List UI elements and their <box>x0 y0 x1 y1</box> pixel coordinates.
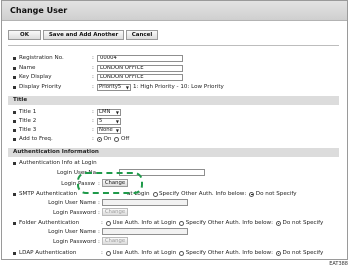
name-input[interactable] <box>97 64 183 72</box>
radio-icon[interactable] <box>179 220 185 226</box>
save-and-add-another-button[interactable]: Save and Add Another <box>43 30 124 40</box>
title-section-header: Title <box>8 96 339 105</box>
folder-password-label: Login Password <box>53 239 96 245</box>
change-button-highlight <box>77 172 143 194</box>
registration-no-label: Registration No. <box>19 55 64 62</box>
bullet-icon <box>13 119 16 123</box>
folder-auth-row: Folder Authentication : Use Auth. Info a… <box>8 219 339 228</box>
display-priority-row: Display Priority : Priority5 ▼ 1: High Pr… <box>8 83 339 92</box>
smtp-auth-row: SMTP Authentication at Login Specify Oth… <box>8 190 339 199</box>
radio-selected-icon[interactable] <box>276 220 282 226</box>
folder-use-login-option[interactable]: Use Auth. Info at Login <box>106 220 176 226</box>
add-to-freq-on-option[interactable]: On <box>97 136 111 142</box>
title3-row: Title 3 : None ▼ <box>8 126 339 135</box>
smtp-specify-other-option[interactable]: Specify Other Auth. Info below: <box>152 191 246 197</box>
bullet-icon <box>13 161 16 165</box>
divider <box>8 45 339 46</box>
name-row: Name : <box>8 64 339 73</box>
radio-selected-icon[interactable] <box>249 191 255 197</box>
radio-selected-icon[interactable] <box>97 136 102 142</box>
key-display-row: Key Display : <box>8 73 339 82</box>
chevron-down-icon: ▼ <box>115 127 119 133</box>
radio-icon[interactable] <box>152 191 158 197</box>
chevron-down-icon: ▼ <box>115 109 119 115</box>
smtp-password-label: Login Password <box>53 210 96 216</box>
radio-icon[interactable] <box>106 250 111 256</box>
radio-icon[interactable] <box>179 250 185 256</box>
auth-login-label: Authentication Info at Login <box>19 160 97 167</box>
title1-value: LMN <box>99 109 111 116</box>
ldap-use-login-option[interactable]: Use Auth. Info at Login <box>106 250 176 256</box>
bullet-icon <box>13 192 16 196</box>
display-priority-value: Priority5 <box>99 84 122 91</box>
ldap-auth-row: LDAP Authentication : Use Auth. Info at … <box>8 249 339 258</box>
bullet-icon <box>13 56 16 60</box>
auth-section-header: Authentication Information <box>8 148 339 157</box>
title3-select[interactable]: None ▼ <box>97 126 121 134</box>
registration-no-row: Registration No. : <box>8 54 339 63</box>
toolbar: OK Save and Add Another Cancel <box>8 30 160 40</box>
ldap-do-not-specify-option[interactable]: Do not Specify <box>276 250 323 256</box>
folder-user-input[interactable] <box>102 228 188 235</box>
window-title-bar: Change User <box>2 1 347 21</box>
display-priority-select[interactable]: Priority5 ▼ <box>97 83 131 91</box>
add-to-freq-label: Add to Freq. <box>19 136 53 143</box>
ok-button[interactable]: OK <box>8 30 41 40</box>
key-display-label: Key Display <box>19 74 52 81</box>
title2-value: 5 <box>99 118 103 125</box>
radio-selected-icon[interactable] <box>276 250 282 256</box>
title2-select[interactable]: 5 ▼ <box>97 117 121 125</box>
smtp-user-input[interactable] <box>102 199 188 206</box>
folder-change-button[interactable]: Change <box>102 237 128 245</box>
bullet-icon <box>13 128 16 132</box>
bullet-icon <box>13 75 16 79</box>
change-user-window: Change User OK Save and Add Another Canc… <box>1 0 348 260</box>
bullet-icon <box>13 66 16 70</box>
ldap-auth-label: LDAP Authentication <box>19 250 77 257</box>
title1-label: Title 1 <box>19 109 37 116</box>
chevron-down-icon: ▼ <box>115 118 119 124</box>
folder-do-not-specify-option[interactable]: Do not Specify <box>276 220 323 226</box>
title1-row: Title 1 : LMN ▼ <box>8 108 339 117</box>
radio-icon[interactable] <box>114 136 120 142</box>
bullet-icon <box>13 221 16 225</box>
bullet-icon <box>13 251 16 255</box>
folder-specify-other-option[interactable]: Specify Other Auth. Info below: <box>179 220 273 226</box>
display-priority-label: Display Priority <box>19 84 62 91</box>
name-label: Name <box>19 65 36 72</box>
auth-login-row: Authentication Info at Login <box>8 159 339 168</box>
smtp-auth-label: SMTP Authentication <box>19 191 78 198</box>
smtp-user-label: Login User Name <box>48 200 96 206</box>
title2-row: Title 2 : 5 ▼ <box>8 117 339 126</box>
bullet-icon <box>13 137 16 141</box>
page-title: Change User <box>10 6 68 15</box>
radio-icon[interactable] <box>106 220 111 226</box>
bullet-icon <box>13 85 16 89</box>
key-display-input[interactable] <box>97 73 183 81</box>
smtp-do-not-specify-option[interactable]: Do not Specify <box>249 191 297 197</box>
folder-auth-label: Folder Authentication <box>19 220 80 227</box>
title1-select[interactable]: LMN ▼ <box>97 108 121 116</box>
title3-label: Title 3 <box>19 127 37 134</box>
ldap-specify-other-option[interactable]: Specify Other Auth. Info below: <box>179 250 273 256</box>
smtp-change-button[interactable]: Change <box>102 208 128 216</box>
title2-label: Title 2 <box>19 118 37 125</box>
registration-no-input[interactable] <box>97 54 183 62</box>
folder-user-label: Login User Name <box>48 229 96 235</box>
add-to-freq-row: Add to Freq. : On Off <box>8 135 339 144</box>
figure-code: EAT388 <box>329 261 348 267</box>
cancel-button[interactable]: Cancel <box>126 30 158 40</box>
title3-value: None <box>99 127 113 134</box>
add-to-freq-off-option[interactable]: Off <box>114 136 129 142</box>
display-priority-hint: 1: High Priority - 10: Low Priority <box>133 84 224 91</box>
bullet-icon <box>13 110 16 114</box>
chevron-down-icon: ▼ <box>125 84 129 90</box>
